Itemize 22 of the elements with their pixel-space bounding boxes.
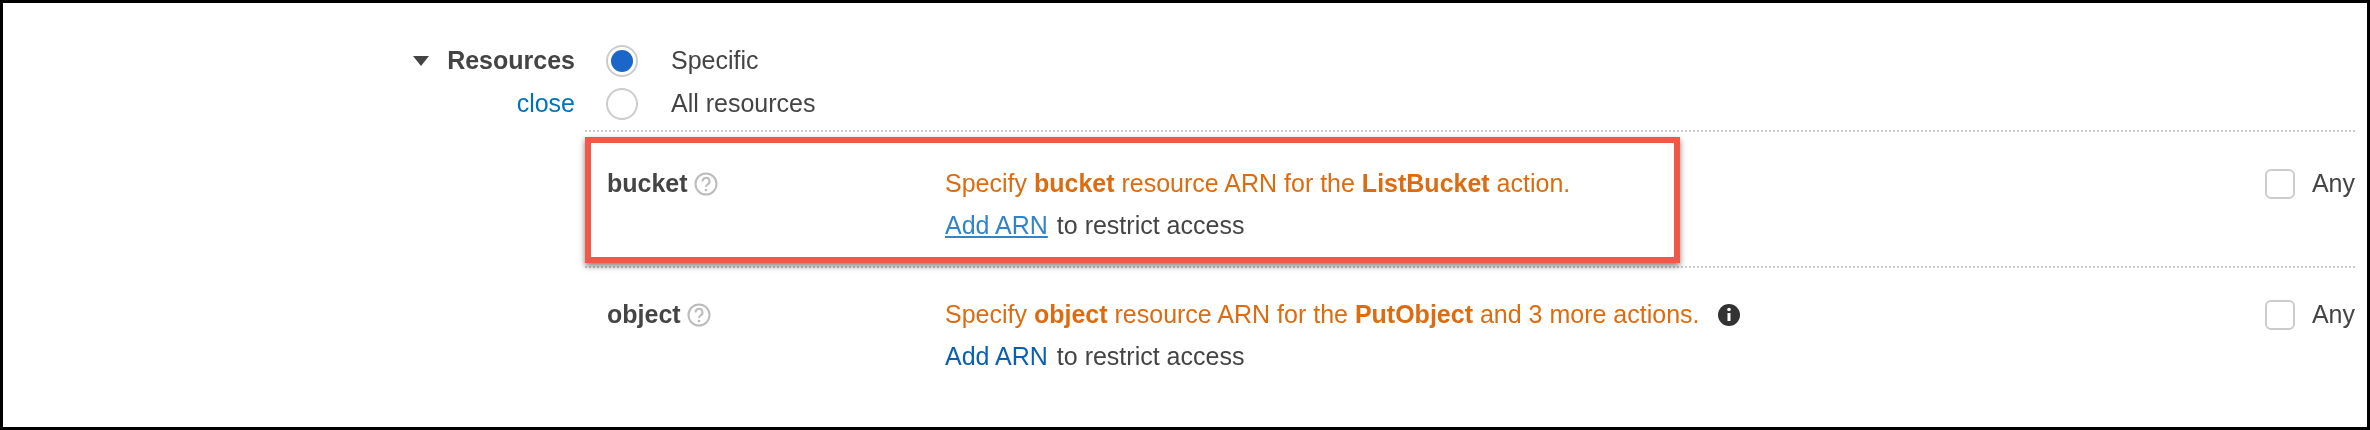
section-title: Resources	[447, 44, 575, 76]
checkbox[interactable]	[2264, 169, 2295, 199]
radio-label: All resources	[671, 87, 816, 119]
checkbox[interactable]	[2264, 300, 2295, 330]
resource-name: bucket	[607, 168, 688, 200]
info-icon[interactable]	[1717, 303, 1742, 327]
radio-label: Specific	[671, 44, 759, 76]
add-arn-link[interactable]: Add ARN	[945, 338, 1048, 376]
help-icon[interactable]	[693, 172, 718, 196]
radio-button[interactable]	[606, 87, 638, 120]
close-link[interactable]: close	[516, 82, 575, 125]
resource-name: object	[607, 299, 681, 331]
add-arn-link[interactable]: Add ARN	[945, 207, 1048, 245]
resource-description: Specify object resource ARN for the PutObject and 3 more actions.	[945, 299, 1700, 331]
checkbox-label: Any	[2311, 299, 2355, 331]
restrict-access-text: to restrict access	[1056, 341, 1245, 373]
help-icon[interactable]	[686, 303, 711, 327]
caret-down-icon[interactable]	[413, 55, 430, 66]
restrict-access-text: to restrict access	[1056, 210, 1245, 242]
resource-description: Specify bucket resource ARN for the ListBucket action.	[945, 168, 1571, 200]
radio-button[interactable]	[606, 44, 638, 77]
checkbox-label: Any	[2311, 168, 2355, 200]
